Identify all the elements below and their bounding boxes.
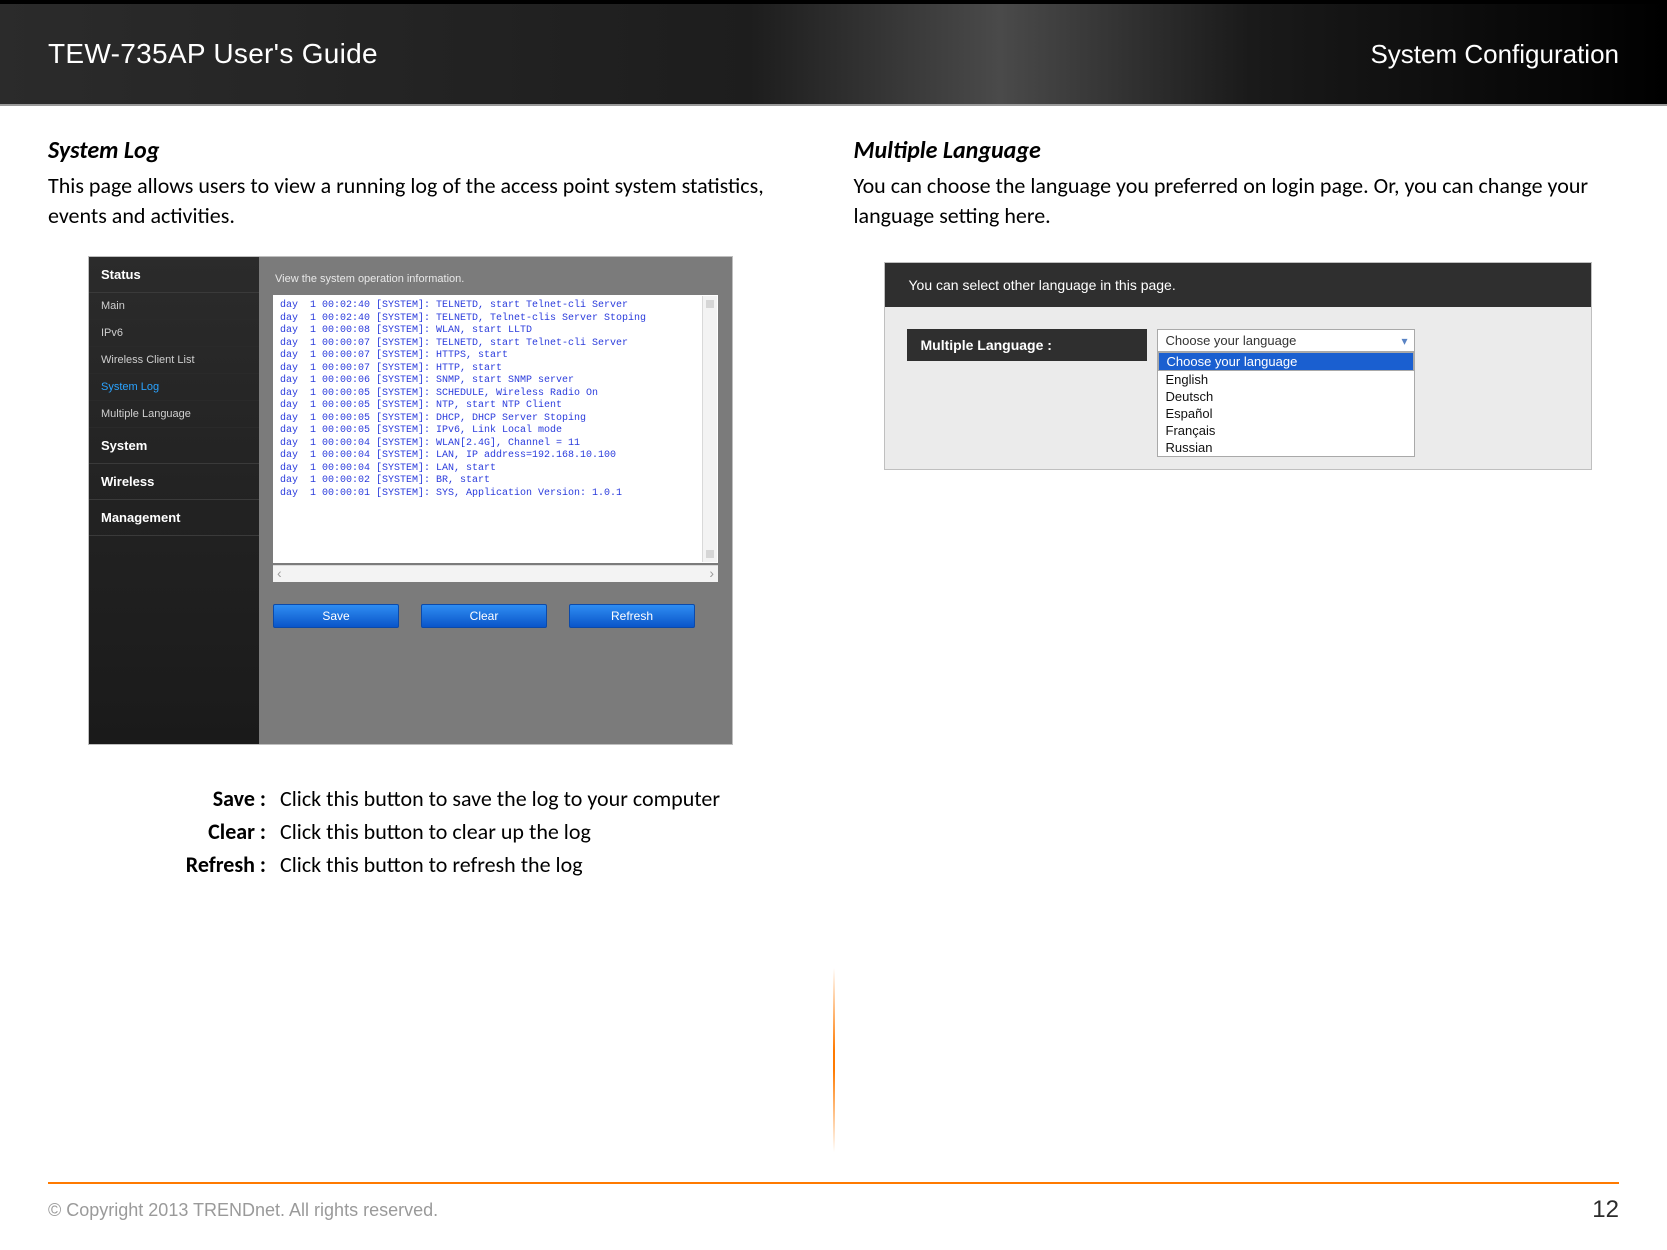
copyright-text: © Copyright 2013 TRENDnet. All rights re… (48, 1200, 438, 1221)
desc-label: Save (48, 785, 266, 812)
button-description-list: Save Click this button to save the log t… (48, 785, 814, 878)
language-options: Choose your language English Deutsch Esp… (1157, 352, 1415, 457)
nav-group-status[interactable]: Status (89, 257, 259, 293)
language-screenshot: You can select other language in this pa… (884, 262, 1592, 470)
log-hint: View the system operation information. (275, 273, 718, 285)
system-log-desc: This page allows users to view a running… (48, 171, 814, 230)
desc-text: Click this button to save the log to you… (280, 785, 720, 812)
language-desc: You can choose the language you preferre… (854, 171, 1620, 230)
language-option[interactable]: Deutsch (1158, 388, 1414, 405)
desc-text: Click this button to clear up the log (280, 818, 591, 845)
system-log-heading: System Log (48, 136, 814, 165)
language-selected-value: Choose your language (1166, 333, 1297, 348)
log-content: day 1 00:02:40 [SYSTEM]: TELNETD, start … (274, 296, 717, 504)
column-divider (833, 968, 835, 1152)
language-heading: Multiple Language (854, 136, 1620, 165)
refresh-button[interactable]: Refresh (569, 604, 695, 628)
page-footer: © Copyright 2013 TRENDnet. All rights re… (48, 1182, 1619, 1224)
nav-group-management[interactable]: Management (89, 500, 259, 536)
nav-item-ipv6[interactable]: IPv6 (89, 320, 259, 347)
clear-button[interactable]: Clear (421, 604, 547, 628)
desc-row-clear: Clear Click this button to clear up the … (48, 818, 814, 845)
language-option[interactable]: Español (1158, 405, 1414, 422)
language-select[interactable]: Choose your language ▾ (1157, 329, 1415, 352)
section-title: System Configuration (1370, 39, 1619, 70)
nav-group-wireless[interactable]: Wireless (89, 464, 259, 500)
language-option[interactable]: Français (1158, 422, 1414, 439)
desc-label: Refresh (48, 851, 266, 878)
nav-item-main[interactable]: Main (89, 293, 259, 320)
horizontal-scrollbar[interactable] (273, 565, 718, 582)
desc-row-refresh: Refresh Click this button to refresh the… (48, 851, 814, 878)
page-number: 12 (1592, 1196, 1619, 1224)
nav-item-wireless-list[interactable]: Wireless Client List (89, 347, 259, 374)
language-field-label: Multiple Language : (907, 329, 1147, 361)
nav-item-language[interactable]: Multiple Language (89, 401, 259, 428)
desc-label: Clear (48, 818, 266, 845)
save-button[interactable]: Save (273, 604, 399, 628)
chevron-down-icon: ▾ (1401, 334, 1407, 348)
nav-group-system[interactable]: System (89, 428, 259, 464)
log-textarea[interactable]: day 1 00:02:40 [SYSTEM]: TELNETD, start … (273, 295, 718, 563)
language-option[interactable]: Choose your language (1158, 352, 1414, 371)
right-column: Multiple Language You can choose the lan… (854, 136, 1620, 884)
nav-sidebar: Status Main IPv6 Wireless Client List Sy… (89, 257, 259, 744)
language-dropdown[interactable]: Choose your language ▾ Choose your langu… (1157, 329, 1415, 457)
page-header: TEW-735AP User's Guide System Configurat… (0, 0, 1667, 106)
doc-title: TEW-735AP User's Guide (48, 38, 378, 70)
left-column: System Log This page allows users to vie… (48, 136, 814, 884)
desc-row-save: Save Click this button to save the log t… (48, 785, 814, 812)
vertical-scrollbar[interactable] (702, 296, 717, 562)
nav-item-system-log[interactable]: System Log (89, 374, 259, 401)
language-option[interactable]: Russian (1158, 439, 1414, 456)
language-option[interactable]: English (1158, 371, 1414, 388)
system-log-screenshot: Status Main IPv6 Wireless Client List Sy… (88, 256, 733, 745)
desc-text: Click this button to refresh the log (280, 851, 583, 878)
language-bar: You can select other language in this pa… (885, 263, 1591, 307)
